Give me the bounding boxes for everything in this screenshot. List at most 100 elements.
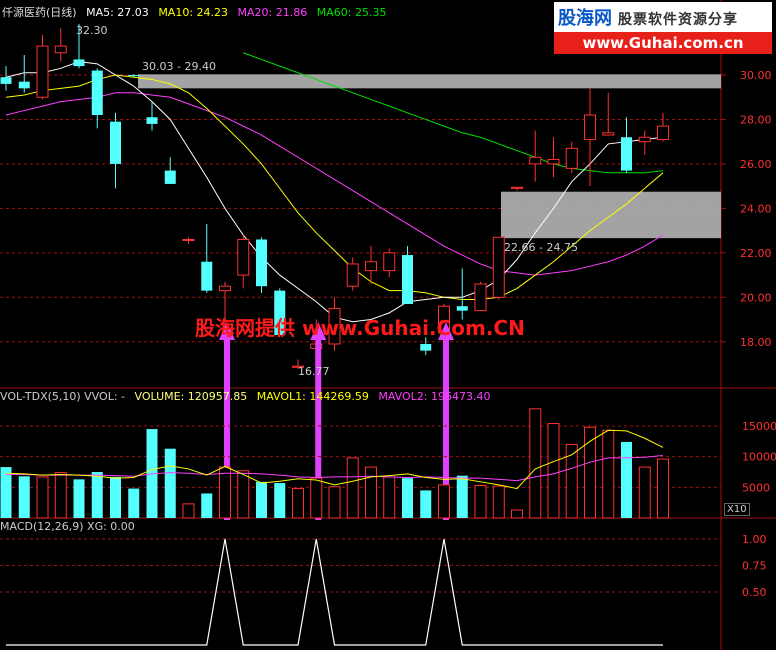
volume-bar [565,443,578,519]
volume-bar [128,488,140,518]
volume-bar [492,485,505,519]
volume-bar [256,481,267,518]
volume-bar [73,479,85,518]
stock-name: 仟源医药(日线) [2,6,77,19]
volume-bar [18,476,30,518]
lower-band-label: 22.66 - 24.75 [504,241,578,254]
candle-body [18,81,30,89]
mavol1-line [5,429,664,490]
macd-tick-label: 0.50 [742,586,767,599]
price-tick-label: 20.00 [740,291,772,304]
volume-bar [54,472,67,519]
volume-bar [219,466,231,519]
logo-slogan: 股票软件资源分享 [618,12,738,28]
volume-bar [383,476,396,519]
volume-bar [456,475,468,518]
ma20-readout: MA20: 21.86 [237,6,308,19]
candle-body [256,239,267,287]
watermark-text: 股海网提供 www.Guhai.Com.CN [195,316,525,340]
volume-bar [420,490,432,518]
price-tick-label: 26.00 [740,158,772,171]
macd-tick-label: 1.00 [742,533,767,546]
candle-body [474,283,487,312]
candle-body [182,239,195,242]
volume-tick-label: 5000 [742,481,770,494]
ma60-readout: MA60: 25.35 [316,6,387,19]
candle-body [128,75,140,77]
macd-header: MACD(12,26,9) XG: 0.00 [0,520,135,533]
candle-body [657,125,669,140]
upper-band-label: 30.03 - 29.40 [142,60,216,73]
volume-bar [621,441,632,518]
volume-bar [274,483,286,518]
candle-body [420,343,432,351]
volume-bar [164,448,176,518]
candle-body [0,77,12,84]
volume-tick-label: 10000 [742,451,776,464]
price-tick-label: 24.00 [740,202,772,215]
volume-indicator-name: VOL-TDX(5,10) VVOL: - [0,390,125,403]
mavol2-readout: MAVOL2: 196473.40 [378,390,491,403]
candle-body [529,156,542,165]
candle-body [219,285,231,292]
stock-chart-window: 18.00 20.00 22.00 24.00 26.00 28.00 30.00 5000 1… [0,0,776,650]
volume-unit-label: X10 [724,503,750,516]
candle-body [146,117,158,124]
volume-bar [438,484,450,519]
volume-bar [182,503,195,519]
site-logo: 股海网 股票软件资源分享 www.Guhai.com.cn [554,2,772,54]
mavol1-readout: MAVOL1: 144269.59 [256,390,369,403]
volume-bar [602,429,615,519]
logo-text: 股海网 [558,8,612,29]
volume-header: VOL-TDX(5,10) VVOL: - VOLUME: 120957.85 … [0,390,491,403]
volume-bar [657,458,669,519]
candle-body [36,45,49,98]
volume-tick-label: 15000 [742,420,776,433]
volume-bar [474,484,487,519]
macd-tick-label: 0.75 [742,560,767,573]
volume-bar [346,457,359,519]
logo-url: www.Guhai.com.cn [554,32,772,54]
high-price-label: 32.30 [76,24,108,37]
ma5-readout: MA5: 27.03 [86,6,149,19]
candle-body [584,114,596,140]
volume-bar [201,493,213,518]
candle-body [402,255,413,304]
candle-body [621,137,632,171]
low-price-label: 16.77 [298,365,330,378]
ma10-line [5,74,664,301]
candle-body [492,236,505,298]
volume-bar [310,477,323,519]
volume-bar [365,466,377,519]
volume-bar [547,423,560,519]
candle-body [638,136,651,143]
candle-body [547,158,560,165]
resistance-band [138,74,721,89]
candle-body [565,147,578,169]
candle-body [91,70,103,116]
volume-bar [110,476,121,518]
volume-bar [237,470,250,519]
candle-body [237,239,250,276]
candle-body [110,121,121,164]
main-header: 仟源医药(日线) MA5: 27.03 MA10: 24.23 MA20: 21… [2,4,392,20]
candle-body [73,59,85,67]
volume-bar [328,486,341,519]
volume-bar [638,466,651,519]
volume-bar [511,509,523,519]
volume-bar [36,476,49,519]
price-tick-label: 28.00 [740,113,772,126]
price-tick-label: 18.00 [740,336,772,349]
ma10-readout: MA10: 24.23 [158,6,229,19]
candle-body [346,263,359,287]
candle-body [201,261,213,291]
candle-body [54,45,67,54]
candle-body [602,132,615,136]
candle-body [511,186,523,189]
volume-bar [529,408,542,519]
volume-bar [292,488,304,519]
volume-bar [91,472,103,518]
ma60-line [243,52,664,174]
candle-body [383,252,396,272]
volume-readout: VOLUME: 120957.85 [134,390,248,403]
